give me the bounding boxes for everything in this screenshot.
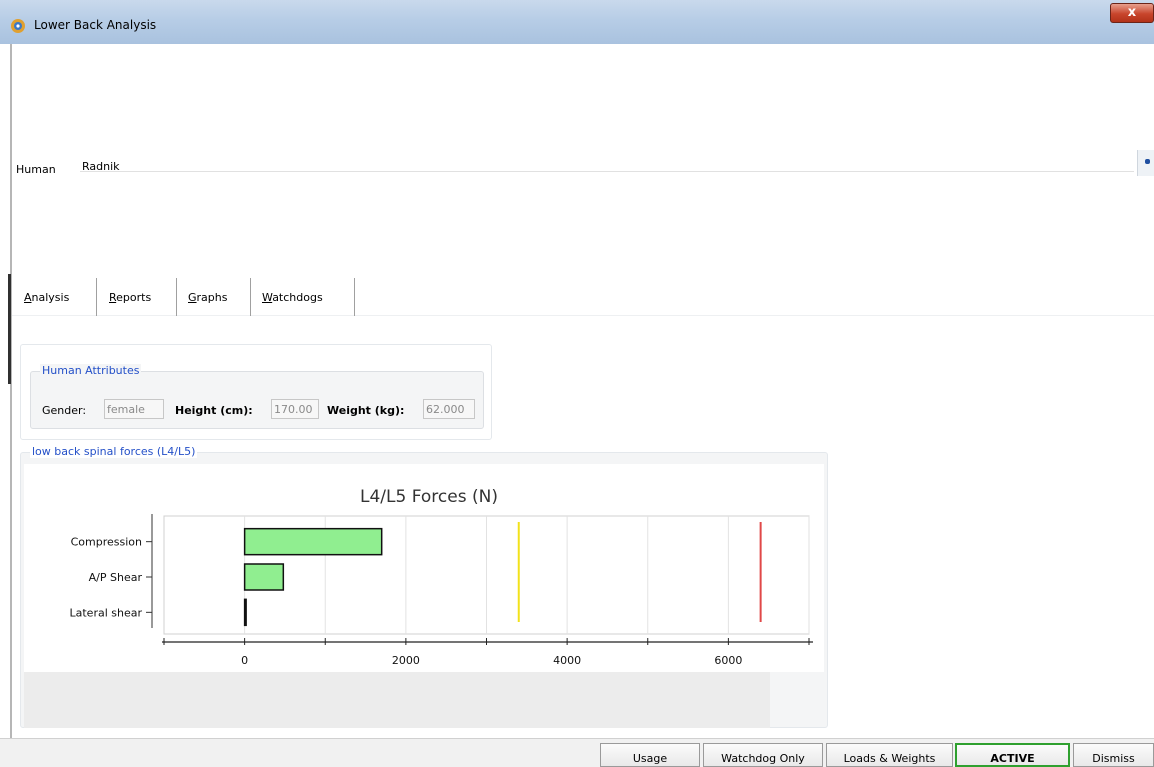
gender-label: Gender: bbox=[42, 404, 87, 417]
tab-analysis[interactable]: Analysis bbox=[24, 278, 69, 316]
left-frame bbox=[0, 44, 12, 767]
human-label: Human bbox=[16, 163, 56, 176]
bar-lateral-shear bbox=[243, 598, 247, 627]
height-field bbox=[271, 399, 319, 419]
active-button[interactable]: ACTIVE bbox=[955, 743, 1070, 767]
tab-reports[interactable]: Reports bbox=[109, 278, 151, 316]
picker-icon bbox=[1145, 159, 1150, 164]
tab-strip: Analysis Reports Graphs Watchdogs bbox=[12, 278, 1154, 316]
forces-group-title: low back spinal forces (L4/L5) bbox=[30, 445, 198, 458]
loads-weights-button[interactable]: Loads & Weights bbox=[826, 743, 953, 767]
human-picker-button[interactable] bbox=[1137, 150, 1154, 176]
usage-button[interactable]: Usage bbox=[600, 743, 700, 767]
y-tick-label: Lateral shear bbox=[70, 606, 143, 619]
x-tick-label: 2000 bbox=[392, 654, 420, 667]
chart-title: L4/L5 Forces (N) bbox=[360, 487, 498, 507]
gender-field bbox=[104, 399, 164, 419]
forces-chart: L4/L5 Forces (N) Compression A/P Shear Late… bbox=[70, 487, 813, 667]
chart-footer-area bbox=[24, 672, 770, 728]
human-field[interactable] bbox=[80, 150, 1134, 172]
x-tick-label: 0 bbox=[241, 654, 248, 667]
title-bar: Lower Back Analysis x bbox=[0, 0, 1154, 44]
frame-edge bbox=[10, 44, 12, 767]
x-tick-label: 4000 bbox=[553, 654, 581, 667]
close-button[interactable]: x bbox=[1110, 3, 1154, 23]
height-label: Height (cm): bbox=[175, 404, 253, 417]
bar-compression bbox=[243, 527, 383, 556]
attributes-group bbox=[30, 371, 484, 429]
watchdog-only-button[interactable]: Watchdog Only bbox=[703, 743, 823, 767]
x-tick-label: 6000 bbox=[714, 654, 742, 667]
tab-separator bbox=[96, 278, 97, 316]
tab-separator bbox=[250, 278, 251, 316]
bar-a-p-shear bbox=[243, 563, 285, 591]
y-tick-label: A/P Shear bbox=[89, 571, 143, 584]
weight-field bbox=[423, 399, 475, 419]
attributes-group-title: Human Attributes bbox=[40, 364, 142, 377]
tab-separator bbox=[176, 278, 177, 316]
weight-label: Weight (kg): bbox=[327, 404, 405, 417]
window-title: Lower Back Analysis bbox=[34, 18, 157, 32]
dismiss-button[interactable]: Dismiss bbox=[1073, 743, 1154, 767]
tab-watchdogs[interactable]: Watchdogs bbox=[262, 278, 323, 316]
frame-dark-segment bbox=[8, 274, 11, 384]
app-icon bbox=[11, 19, 25, 33]
tab-separator bbox=[354, 278, 355, 316]
y-tick-label: Compression bbox=[71, 536, 142, 549]
tab-graphs[interactable]: Graphs bbox=[188, 278, 227, 316]
